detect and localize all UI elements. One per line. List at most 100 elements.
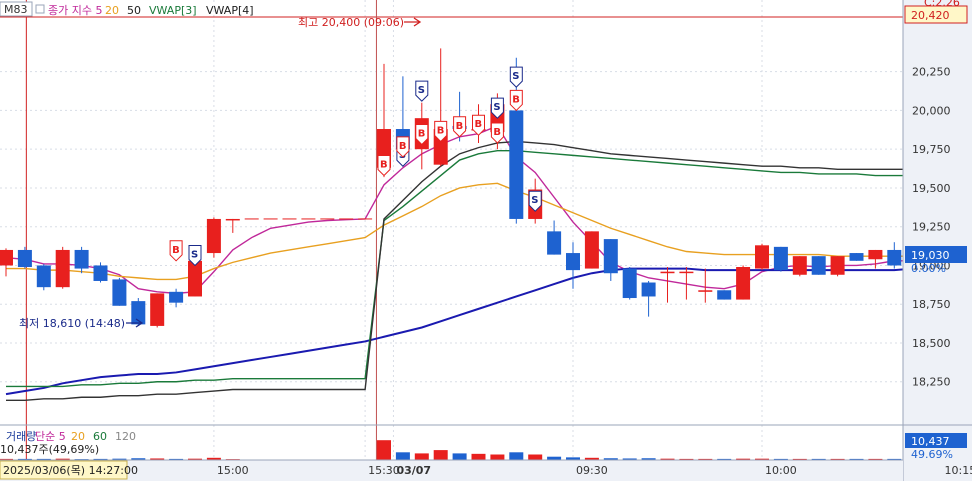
volume-legend: 거래량단순 5 20 60 120 xyxy=(6,430,136,443)
low-annotation: 최저 18,610 (14:48) xyxy=(19,317,125,330)
top-price-badge-partial: C:2.26 xyxy=(924,0,960,9)
x-tick-label: 03/07 xyxy=(396,464,431,477)
candle-up xyxy=(584,231,599,269)
candle-up xyxy=(225,218,240,221)
signal-badge-letter: S xyxy=(531,195,538,206)
series-line-ma50 xyxy=(5,267,914,396)
volume-panel xyxy=(0,440,921,460)
signal-b-marker: B xyxy=(490,122,504,144)
top-price-badge-label: 20,420 xyxy=(911,9,950,22)
candle-up xyxy=(868,249,883,260)
signal-badge-letter: B xyxy=(380,160,388,171)
signal-b-marker: B xyxy=(169,240,183,262)
candle-down xyxy=(622,268,637,299)
volume-readout: 10,437주(49,69%) xyxy=(0,443,99,456)
candle-down xyxy=(169,291,184,303)
price-legend-item: VWAP[3] xyxy=(149,4,197,17)
y-tick-label: 18,500 xyxy=(912,337,951,350)
candle-up xyxy=(755,245,769,269)
price-chart[interactable]: SBBSBBSBBBBSSBS 20,25020,00019,75019,500… xyxy=(0,0,972,481)
candle-up xyxy=(55,249,70,288)
candle-down xyxy=(17,249,32,268)
signal-badge-letter: B xyxy=(437,125,445,136)
y-tick-label: 20,000 xyxy=(912,104,951,117)
volume-legend-item: 단순 5 xyxy=(35,430,66,443)
y-tick-label: 20,250 xyxy=(912,66,951,79)
trade-signals: SBBSBBSBBBBSSBS xyxy=(169,66,542,267)
candle-up xyxy=(698,290,713,292)
candle-down xyxy=(887,249,902,266)
high-annotation: 최고 20,400 (09:06) xyxy=(298,16,404,29)
volume-bar xyxy=(528,454,543,460)
price-legend: 종가 지수 5 20 50 VWAP[3] VWAP[4] xyxy=(35,4,254,17)
volume-pct-label: 49.69% xyxy=(911,448,953,461)
candle-up xyxy=(0,249,13,266)
candle-down xyxy=(36,265,51,288)
signal-badge-letter: S xyxy=(418,85,425,96)
price-legend-item: VWAP[4] xyxy=(206,4,254,17)
signal-b-marker: B xyxy=(509,89,523,112)
price-legend-item: 20 xyxy=(105,4,119,17)
candle-down xyxy=(849,253,864,261)
candle-up xyxy=(792,256,807,275)
signal-badge-letter: B xyxy=(418,129,426,140)
volume-bar xyxy=(452,453,467,460)
signal-badge-letter: S xyxy=(512,71,519,82)
signal-b-marker: B xyxy=(453,116,467,138)
volume-bar xyxy=(433,450,448,460)
signal-badge-letter: B xyxy=(172,245,180,256)
candle-down xyxy=(717,290,732,300)
signal-badge-letter: B xyxy=(512,94,520,105)
x-tick-label: 10:15:00 xyxy=(945,464,972,477)
volume-legend-item: 120 xyxy=(115,430,136,443)
candle-down xyxy=(603,239,618,274)
volume-legend-item: 20 xyxy=(71,430,85,443)
volume-bar xyxy=(395,452,410,460)
grid-lines xyxy=(0,0,972,460)
current-pct-label: 0.00% xyxy=(911,262,946,275)
volume-bar xyxy=(377,440,391,460)
y-axis-ticks: 20,25020,00019,75019,50019,25019,00018,7… xyxy=(912,66,951,389)
y-tick-label: 18,250 xyxy=(912,376,951,389)
candle-down xyxy=(641,282,656,297)
candle-up xyxy=(150,293,165,326)
signal-badge-letter: B xyxy=(456,121,464,132)
volume-legend-item: 거래량 xyxy=(6,430,36,443)
volume-badge-label: 10,437 xyxy=(911,435,950,448)
price-legend-item: 50 xyxy=(127,4,141,17)
signal-badge-letter: B xyxy=(399,141,407,152)
signal-s-marker: S xyxy=(509,66,523,88)
y-tick-label: 18,750 xyxy=(912,298,951,311)
candle-up xyxy=(736,267,751,300)
candle-down xyxy=(811,256,826,275)
candle-down xyxy=(547,231,562,255)
volume-legend-item: 60 xyxy=(93,430,107,443)
y-tick-label: 19,750 xyxy=(912,143,951,156)
signal-b-marker: B xyxy=(377,155,391,177)
candle-down xyxy=(566,253,580,271)
y-tick-label: 19,500 xyxy=(912,182,951,195)
x-tick-label: 15:00 xyxy=(217,464,249,477)
signal-badge-letter: B xyxy=(475,119,483,130)
current-price-badge-label: 19,030 xyxy=(911,249,950,262)
volume-bar xyxy=(471,453,486,460)
candle-down xyxy=(112,279,127,306)
y-tick-label: 19,250 xyxy=(912,221,951,234)
signal-badge-letter: S xyxy=(493,102,500,113)
candle-down xyxy=(93,265,108,281)
code-badge-label: M83 xyxy=(4,3,28,16)
signal-s-marker: S xyxy=(415,80,429,102)
candle-up xyxy=(206,218,221,254)
signal-badge-letter: B xyxy=(493,127,501,138)
x-tick-label: 09:30 xyxy=(576,464,608,477)
x-tick-label: 10:00 xyxy=(765,464,797,477)
candle-down xyxy=(509,110,524,219)
candle-down xyxy=(74,249,89,269)
volume-bar xyxy=(509,452,524,460)
candle-up xyxy=(830,256,845,275)
signal-badge-letter: S xyxy=(191,249,198,260)
candle-down xyxy=(773,246,788,271)
x-tick-label: 15:30 xyxy=(368,464,400,477)
volume-bar xyxy=(414,453,429,460)
crosshair-date: 2025/03/06(목) 14:27:00 xyxy=(3,464,138,477)
